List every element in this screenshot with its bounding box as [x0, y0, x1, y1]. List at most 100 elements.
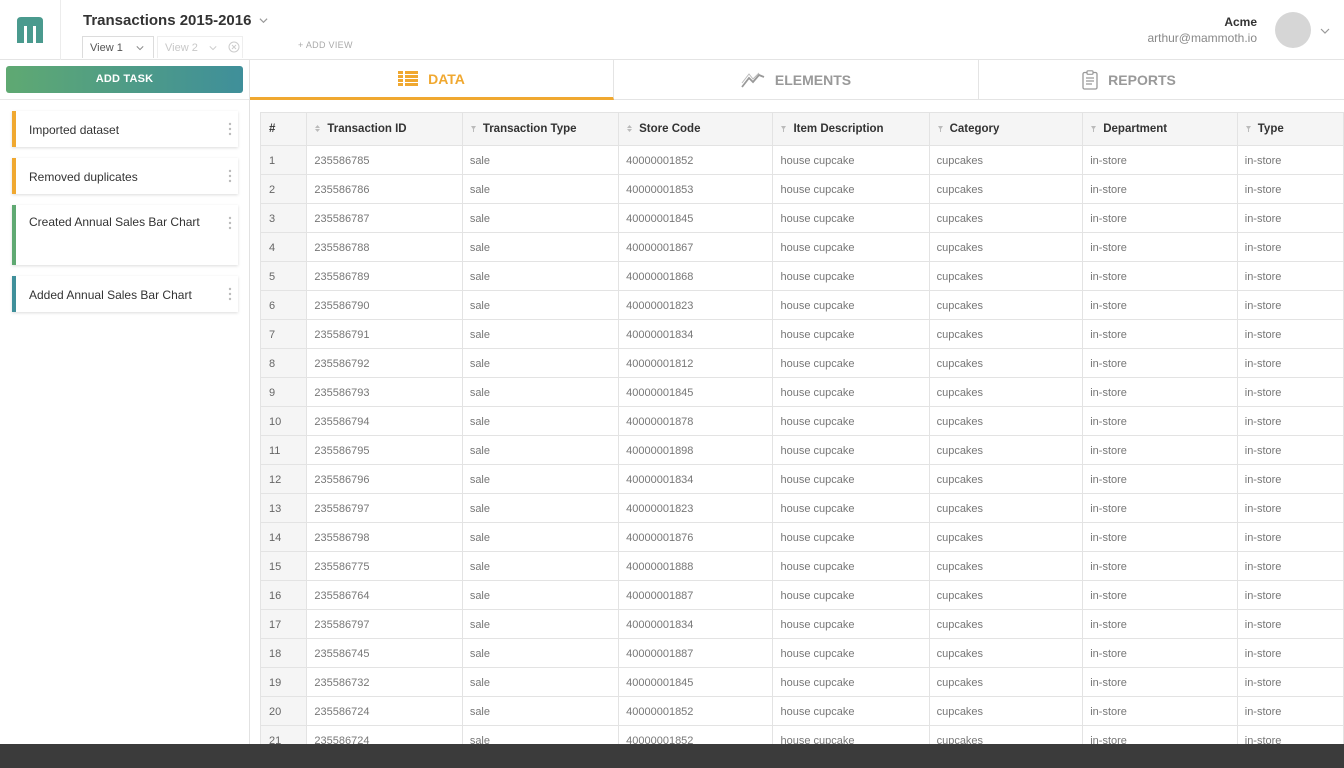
cell-category[interactable]: cupcakes: [928, 551, 1084, 581]
cell-item-description[interactable]: house cupcake: [772, 493, 930, 523]
cell-department[interactable]: in-store: [1082, 522, 1238, 552]
cell-transaction-type[interactable]: sale: [461, 609, 620, 639]
cell-store-code[interactable]: 40000001898: [618, 435, 774, 465]
cell-category[interactable]: cupcakes: [928, 522, 1084, 552]
cell-transaction-id[interactable]: 235586790: [306, 290, 463, 320]
cell-category[interactable]: cupcakes: [928, 725, 1084, 744]
cell-transaction-type[interactable]: sale: [461, 290, 620, 320]
more-vertical-icon[interactable]: [228, 122, 232, 136]
cell-department[interactable]: in-store: [1082, 696, 1238, 726]
cell-department[interactable]: in-store: [1082, 319, 1238, 349]
cell-store-code[interactable]: 40000001852: [618, 696, 774, 726]
view-tab-1[interactable]: View 1: [82, 36, 154, 58]
table-row[interactable]: 21 235586724 sale 40000001852 house cupcake c…: [259, 725, 1344, 744]
cell-transaction-id[interactable]: 235586798: [306, 522, 463, 552]
cell-category[interactable]: cupcakes: [928, 261, 1084, 291]
cell-type[interactable]: in-store: [1236, 464, 1344, 494]
cell-item-description[interactable]: house cupcake: [772, 696, 930, 726]
cell-department[interactable]: in-store: [1082, 261, 1238, 291]
cell-transaction-id[interactable]: 235586793: [306, 377, 463, 407]
cell-transaction-id[interactable]: 235586724: [306, 696, 463, 726]
cell-type[interactable]: in-store: [1236, 493, 1344, 523]
cell-item-description[interactable]: house cupcake: [772, 319, 930, 349]
cell-department[interactable]: in-store: [1082, 551, 1238, 581]
cell-transaction-type[interactable]: sale: [461, 493, 620, 523]
cell-category[interactable]: cupcakes: [928, 667, 1084, 697]
cell-transaction-type[interactable]: sale: [461, 638, 620, 668]
tab-reports[interactable]: REPORTS: [979, 60, 1279, 100]
cell-transaction-type[interactable]: sale: [461, 145, 620, 175]
cell-department[interactable]: in-store: [1082, 406, 1238, 436]
cell-store-code[interactable]: 40000001867: [618, 232, 774, 262]
column-header-category[interactable]: Category: [928, 112, 1084, 146]
cell-transaction-id[interactable]: 235586775: [306, 551, 463, 581]
cell-store-code[interactable]: 40000001887: [618, 638, 774, 668]
table-row[interactable]: 1 235586785 sale 40000001852 house cupcake cu…: [259, 145, 1344, 175]
cell-transaction-type[interactable]: sale: [461, 435, 620, 465]
column-header-department[interactable]: Department: [1082, 112, 1238, 146]
cell-category[interactable]: cupcakes: [928, 696, 1084, 726]
column-header-type[interactable]: Type: [1236, 112, 1344, 146]
cell-department[interactable]: in-store: [1082, 493, 1238, 523]
cell-store-code[interactable]: 40000001887: [618, 580, 774, 610]
add-task-button[interactable]: ADD TASK: [6, 66, 243, 93]
more-vertical-icon[interactable]: [228, 216, 232, 230]
column-header-row-number[interactable]: #: [259, 112, 308, 146]
cell-department[interactable]: in-store: [1082, 638, 1238, 668]
cell-item-description[interactable]: house cupcake: [772, 377, 930, 407]
cell-item-description[interactable]: house cupcake: [772, 609, 930, 639]
cell-type[interactable]: in-store: [1236, 725, 1344, 744]
cell-transaction-id[interactable]: 235586797: [306, 609, 463, 639]
cell-category[interactable]: cupcakes: [928, 464, 1084, 494]
cell-store-code[interactable]: 40000001834: [618, 609, 774, 639]
filter-icon[interactable]: [781, 125, 787, 133]
column-header-store-code[interactable]: Store Code: [618, 112, 774, 146]
cell-department[interactable]: in-store: [1082, 580, 1238, 610]
cell-category[interactable]: cupcakes: [928, 203, 1084, 233]
cell-item-description[interactable]: house cupcake: [772, 638, 930, 668]
cell-transaction-id[interactable]: 235586788: [306, 232, 463, 262]
filter-icon[interactable]: [470, 125, 476, 133]
cell-department[interactable]: in-store: [1082, 435, 1238, 465]
cell-item-description[interactable]: house cupcake: [772, 348, 930, 378]
sort-icon[interactable]: [315, 125, 321, 133]
cell-transaction-type[interactable]: sale: [461, 464, 620, 494]
cell-department[interactable]: in-store: [1082, 725, 1238, 744]
data-grid-area[interactable]: # Transaction ID Transaction Type Store …: [250, 100, 1344, 744]
cell-transaction-id[interactable]: 235586792: [306, 348, 463, 378]
cell-category[interactable]: cupcakes: [928, 493, 1084, 523]
task-item[interactable]: Created Annual Sales Bar Chart: [12, 205, 238, 265]
cell-store-code[interactable]: 40000001868: [618, 261, 774, 291]
column-header-item-description[interactable]: Item Description: [772, 112, 930, 146]
cell-item-description[interactable]: house cupcake: [772, 261, 930, 291]
filter-icon[interactable]: [937, 125, 943, 133]
table-row[interactable]: 16 235586764 sale 40000001887 house cupcake c…: [259, 580, 1344, 610]
cell-item-description[interactable]: house cupcake: [772, 580, 930, 610]
cell-transaction-type[interactable]: sale: [461, 232, 620, 262]
cell-type[interactable]: in-store: [1236, 290, 1344, 320]
chevron-down-icon[interactable]: [1320, 26, 1330, 36]
cell-type[interactable]: in-store: [1236, 174, 1344, 204]
cell-transaction-type[interactable]: sale: [461, 406, 620, 436]
cell-transaction-id[interactable]: 235586789: [306, 261, 463, 291]
cell-store-code[interactable]: 40000001812: [618, 348, 774, 378]
cell-type[interactable]: in-store: [1236, 406, 1344, 436]
cell-type[interactable]: in-store: [1236, 435, 1344, 465]
cell-transaction-type[interactable]: sale: [461, 551, 620, 581]
table-row[interactable]: 17 235586797 sale 40000001834 house cupcake c…: [259, 609, 1344, 639]
cell-type[interactable]: in-store: [1236, 580, 1344, 610]
cell-transaction-id[interactable]: 235586745: [306, 638, 463, 668]
cell-transaction-type[interactable]: sale: [461, 580, 620, 610]
tab-elements[interactable]: ELEMENTS: [614, 60, 979, 100]
cell-department[interactable]: in-store: [1082, 203, 1238, 233]
cell-transaction-id[interactable]: 235586732: [306, 667, 463, 697]
cell-type[interactable]: in-store: [1236, 348, 1344, 378]
cell-type[interactable]: in-store: [1236, 261, 1344, 291]
cell-transaction-type[interactable]: sale: [461, 522, 620, 552]
cell-category[interactable]: cupcakes: [928, 290, 1084, 320]
cell-category[interactable]: cupcakes: [928, 609, 1084, 639]
avatar[interactable]: [1275, 12, 1311, 48]
table-row[interactable]: 3 235586787 sale 40000001845 house cupcake cu…: [259, 203, 1344, 233]
cell-transaction-id[interactable]: 235586795: [306, 435, 463, 465]
chevron-down-icon[interactable]: [136, 44, 144, 52]
